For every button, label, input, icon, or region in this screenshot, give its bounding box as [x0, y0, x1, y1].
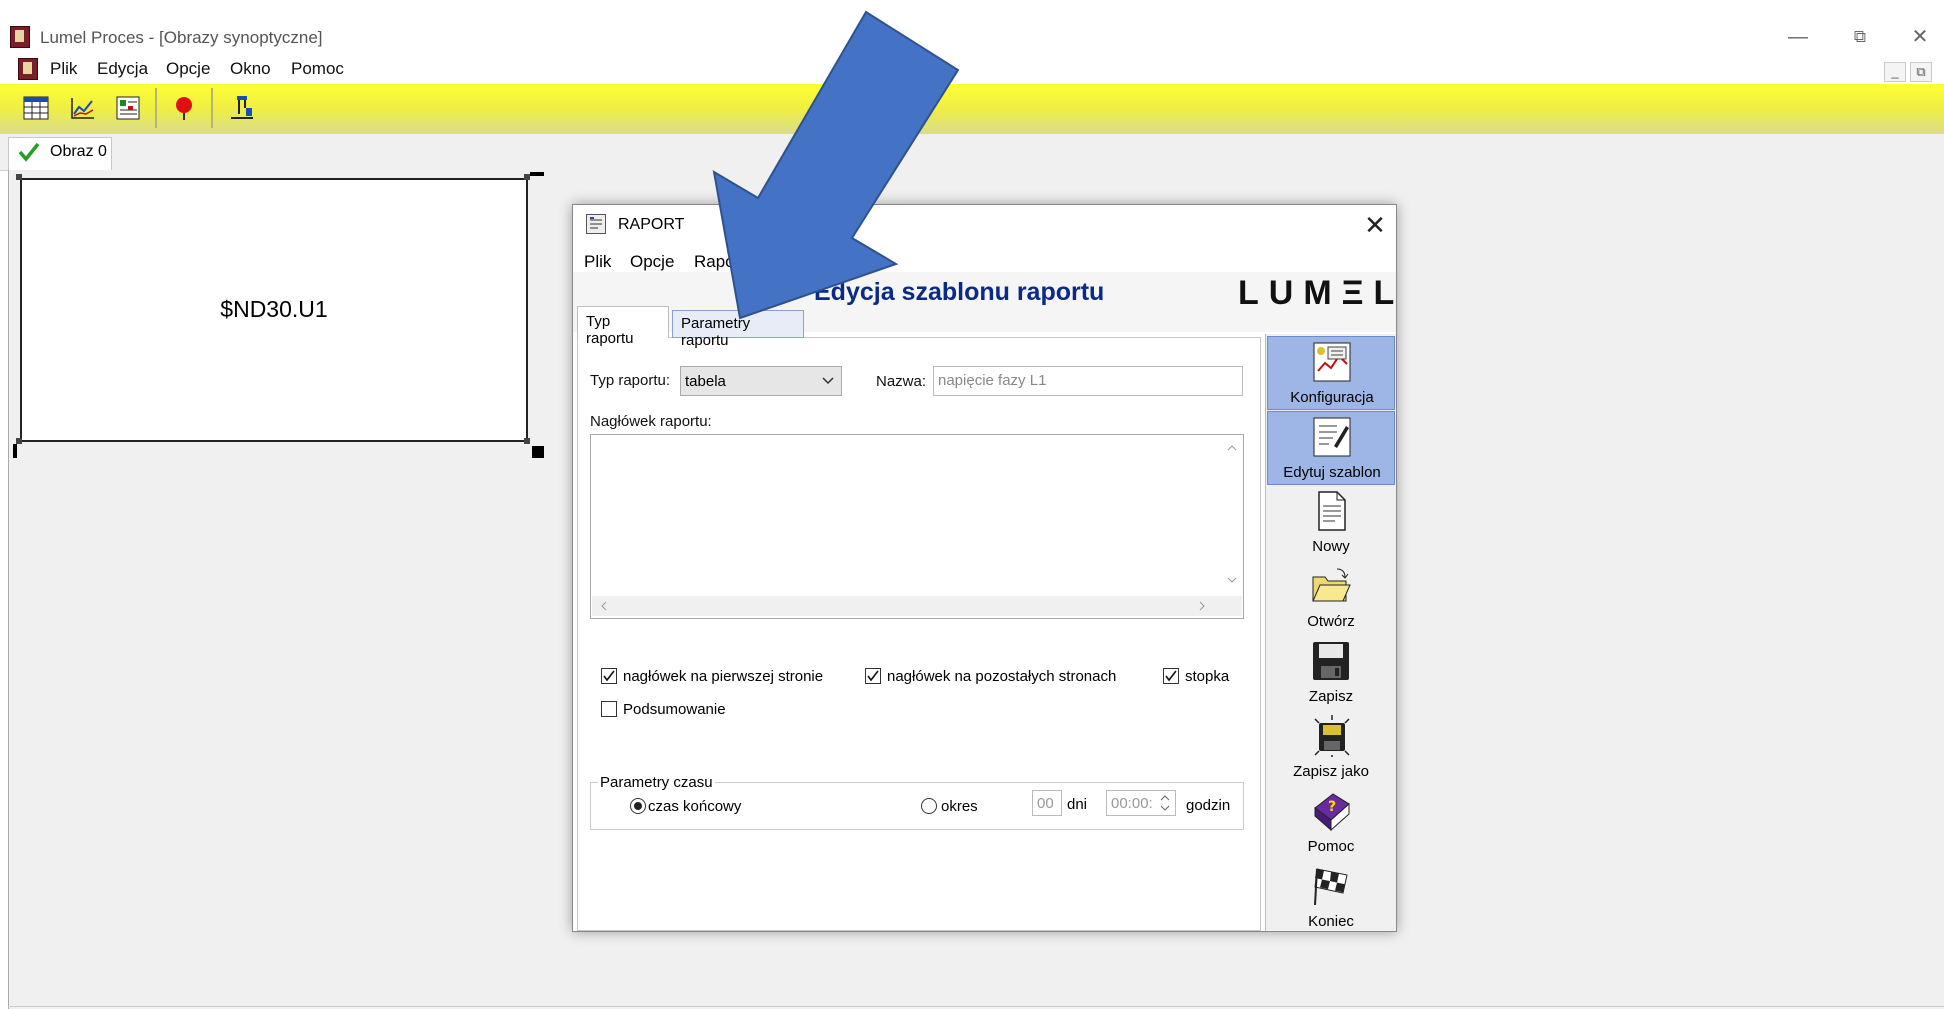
pomoc-button[interactable]: ? Pomoc — [1267, 786, 1395, 860]
table-icon[interactable] — [22, 94, 50, 122]
window-title: Lumel Proces - [Obrazy synoptyczne] — [40, 28, 323, 47]
dialog-close-button[interactable]: ✕ — [1358, 208, 1392, 242]
zapisz-button[interactable]: Zapisz — [1267, 636, 1395, 710]
edit-template-icon — [1312, 416, 1352, 458]
restore-button[interactable]: ⧉ — [1840, 22, 1880, 52]
help-book-icon: ? — [1311, 790, 1351, 832]
zapisz-jako-label: Zapisz jako — [1293, 763, 1369, 780]
mdi-restore-button[interactable]: ⧉ — [1910, 62, 1932, 82]
workspace-bottom-border — [8, 1006, 1944, 1007]
checkbox-stopka[interactable] — [1163, 668, 1179, 684]
dni-label: dni — [1067, 796, 1088, 813]
lumel-logo: LUMΞL — [1238, 274, 1405, 312]
raport-dialog-title: RAPORT — [618, 216, 685, 233]
parametry-czasu-legend: Parametry czasu — [598, 774, 715, 791]
menu-opcje[interactable]: Opcje — [166, 59, 210, 79]
new-document-icon — [1311, 490, 1351, 532]
menu-plik[interactable]: Plik — [50, 59, 77, 79]
toolbar-separator — [155, 88, 157, 128]
report-icon[interactable] — [114, 94, 142, 122]
resize-handle[interactable] — [16, 174, 22, 180]
document-tab-strip — [0, 134, 1944, 171]
koniec-label: Koniec — [1308, 913, 1354, 930]
resize-handle[interactable] — [532, 446, 544, 458]
app-icon[interactable] — [10, 26, 30, 48]
typ-raportu-label: Typ raportu: — [590, 372, 671, 389]
zapisz-jako-button[interactable]: Zapisz jako — [1267, 711, 1395, 785]
process-icon[interactable] — [228, 94, 256, 122]
dialog-menu-opcje[interactable]: Opcje — [630, 252, 674, 272]
close-button[interactable]: ✕ — [1900, 22, 1940, 52]
alarm-icon[interactable] — [170, 94, 198, 122]
svg-text:?: ? — [1328, 799, 1336, 815]
edytuj-szablon-button[interactable]: Edytuj szablon — [1267, 411, 1395, 485]
nowy-button[interactable]: Nowy — [1267, 486, 1395, 560]
check-icon — [18, 141, 40, 163]
dialog-menu-plik[interactable]: Plik — [584, 252, 611, 272]
resize-handle[interactable] — [13, 444, 17, 458]
toolbar — [0, 84, 1944, 134]
save-as-icon — [1311, 715, 1351, 759]
save-icon — [1311, 640, 1351, 682]
annotation-arrow-icon — [700, 8, 970, 320]
radio-okres[interactable] — [921, 798, 937, 814]
vertical-scrollbar[interactable] — [1222, 436, 1242, 596]
konfiguracja-label: Konfiguracja — [1290, 389, 1374, 406]
mdi-app-icon[interactable] — [18, 58, 38, 80]
chevron-down-icon[interactable] — [820, 374, 836, 388]
resize-handle[interactable] — [524, 438, 530, 444]
raport-dialog-icon — [586, 214, 606, 234]
tab-obraz-label: Obraz 0 — [50, 143, 107, 160]
spinner-icon[interactable] — [1158, 792, 1172, 814]
open-folder-icon — [1311, 565, 1351, 607]
radio-selected-dot — [634, 802, 642, 810]
checkered-flag-icon — [1311, 865, 1351, 907]
typ-raportu-select[interactable]: tabela — [680, 366, 842, 396]
checkbox-naglowek-pierwsza[interactable] — [601, 668, 617, 684]
checkbox-naglowek-pozostale[interactable] — [865, 668, 881, 684]
horizontal-scrollbar[interactable] — [592, 596, 1242, 616]
trend-chart-icon[interactable] — [68, 94, 96, 122]
menu-pomoc[interactable]: Pomoc — [291, 59, 344, 79]
checkbox-naglowek-pozostale-label: nagłówek na pozostałych stronach — [887, 668, 1117, 685]
edytuj-szablon-label: Edytuj szablon — [1283, 464, 1381, 481]
otworz-label: Otwórz — [1307, 613, 1355, 630]
naglowek-raportu-label: Nagłówek raportu: — [590, 413, 712, 430]
minimize-button[interactable]: — — [1778, 22, 1818, 52]
checkbox-podsumowanie[interactable] — [601, 701, 617, 717]
menu-okno[interactable]: Okno — [230, 59, 271, 79]
konfiguracja-button[interactable]: Konfiguracja — [1267, 336, 1395, 410]
nowy-label: Nowy — [1312, 538, 1350, 555]
radio-okres-label: okres — [941, 798, 978, 815]
nazwa-input[interactable]: napięcie fazy L1 — [933, 366, 1243, 396]
zapisz-label: Zapisz — [1308, 688, 1354, 705]
nazwa-label: Nazwa: — [876, 373, 927, 390]
resize-handle[interactable] — [530, 172, 544, 176]
checkbox-podsumowanie-label: Podsumowanie — [623, 701, 726, 718]
checkbox-naglowek-pierwsza-label: nagłówek na pierwszej stronie — [623, 668, 824, 685]
naglowek-raportu-textarea[interactable] — [590, 434, 1244, 619]
godzin-label: godzin — [1186, 797, 1231, 814]
checkbox-stopka-label: stopka — [1185, 668, 1230, 685]
radio-czas-koncowy-label: czas końcowy — [648, 798, 742, 815]
otworz-button[interactable]: Otwórz — [1267, 561, 1395, 635]
tab-typ-raportu[interactable]: Typ raportu — [577, 306, 669, 347]
synoptic-element-label: $ND30.U1 — [220, 296, 328, 322]
configuration-icon — [1312, 341, 1352, 383]
menu-edycja[interactable]: Edycja — [97, 59, 148, 79]
pomoc-label: Pomoc — [1307, 838, 1355, 855]
mdi-minimize-button[interactable]: _ — [1884, 62, 1906, 82]
toolbar-separator — [211, 88, 213, 128]
koniec-button[interactable]: Koniec — [1267, 861, 1395, 935]
dni-input[interactable]: 00 — [1032, 790, 1062, 816]
